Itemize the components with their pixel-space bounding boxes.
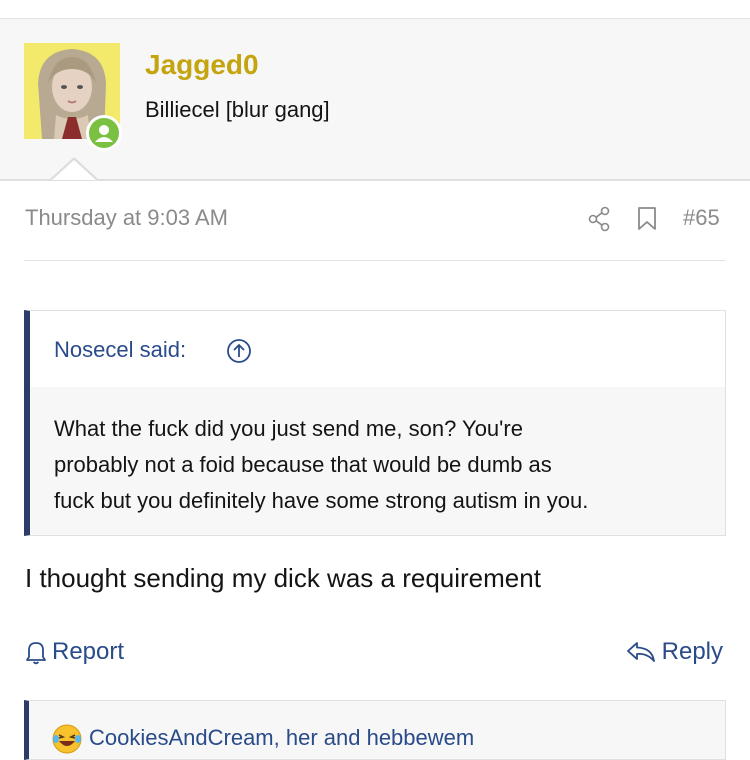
share-icon[interactable] bbox=[587, 206, 611, 232]
post-number[interactable]: #65 bbox=[683, 205, 720, 231]
reaction-users[interactable]: CookiesAndCream, her and hebbewem bbox=[89, 725, 474, 751]
laughing-emoji-icon bbox=[52, 724, 82, 754]
quote-body: What the fuck did you just send me, son?… bbox=[54, 411, 714, 519]
quote-line: probably not a foid because that would b… bbox=[54, 452, 552, 477]
user-header: Jagged0 Billiecel [blur gang] bbox=[0, 18, 750, 181]
avatar[interactable] bbox=[24, 43, 122, 151]
reply-icon bbox=[626, 642, 655, 662]
user-icon bbox=[95, 125, 113, 142]
report-button[interactable]: Report bbox=[24, 637, 124, 667]
top-strip bbox=[0, 0, 750, 18]
post-date[interactable]: Thursday at 9:03 AM bbox=[25, 205, 228, 231]
meta-divider bbox=[24, 260, 726, 261]
reply-label: Reply bbox=[661, 638, 723, 665]
quote-author[interactable]: Nosecel said: bbox=[54, 337, 186, 363]
quote-line: fuck but you definitely have some strong… bbox=[54, 488, 589, 513]
bell-icon bbox=[26, 642, 46, 665]
quote-header: Nosecel said: bbox=[30, 311, 725, 387]
reactions-bar: CookiesAndCream, her and hebbewem bbox=[24, 700, 726, 760]
user-title: Billiecel [blur gang] bbox=[145, 97, 330, 122]
quote-block: Nosecel said: What the fuck did you just… bbox=[24, 310, 726, 536]
header-pointer-inner bbox=[52, 160, 96, 180]
report-label: Report bbox=[52, 638, 125, 665]
bookmark-icon[interactable] bbox=[637, 206, 657, 232]
reply-button[interactable]: Reply bbox=[626, 637, 723, 667]
post-message: I thought sending my dick was a requirem… bbox=[25, 563, 541, 593]
username[interactable]: Jagged0 bbox=[145, 49, 259, 81]
quote-line: What the fuck did you just send me, son?… bbox=[54, 416, 523, 441]
online-status-badge bbox=[86, 115, 122, 151]
arrow-up-circle-icon[interactable] bbox=[226, 338, 252, 364]
